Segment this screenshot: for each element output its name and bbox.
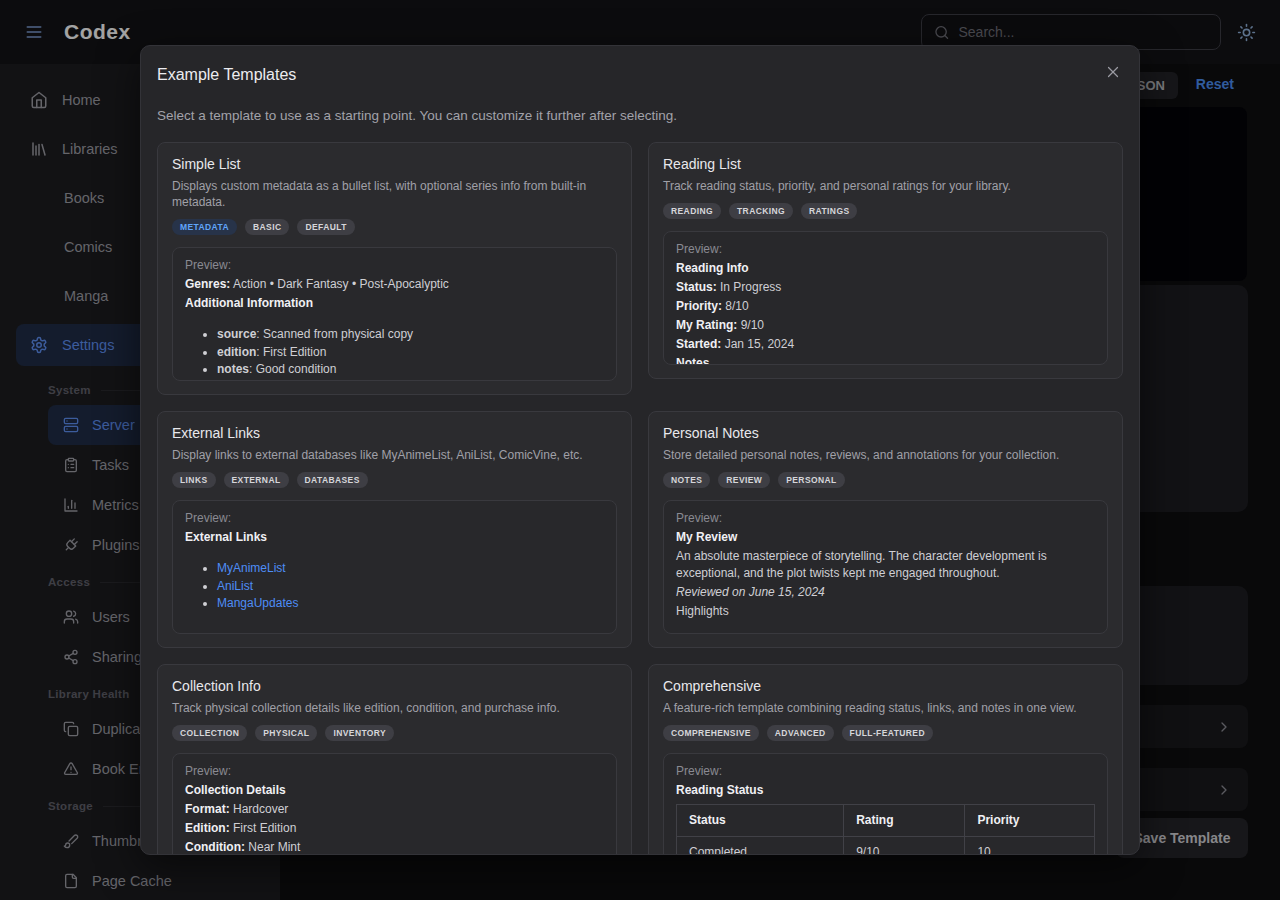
template-preview: Preview:My ReviewAn absolute masterpiece… <box>663 500 1108 634</box>
template-tag: DATABASES <box>297 472 368 488</box>
template-card-collection-info[interactable]: Collection Info Track physical collection… <box>157 664 632 855</box>
preview-heading: Additional Information <box>185 294 604 313</box>
table-cell: 9/10 <box>844 837 965 856</box>
template-tag: INVENTORY <box>325 725 394 741</box>
preview-bullet: notes: Good condition <box>217 361 604 379</box>
preview-label: Preview: <box>185 256 604 275</box>
table-row: Completed9/1010 <box>677 837 1095 856</box>
template-card-title: External Links <box>172 425 617 442</box>
template-card-description: Displays custom metadata as a bullet lis… <box>172 178 617 210</box>
template-preview: Preview:Reading Status StatusRatingPriori… <box>663 753 1108 855</box>
preview-heading: Reading Status <box>676 781 1095 800</box>
template-tag: REVIEW <box>718 472 770 488</box>
preview-bullet: edition: First Edition <box>217 344 604 362</box>
template-card-description: Track physical collection details like e… <box>172 700 617 716</box>
template-card-description: Store detailed personal notes, reviews, … <box>663 447 1108 463</box>
template-preview: Preview:Reading InfoStatus: In ProgressP… <box>663 231 1108 365</box>
preview-table: StatusRatingPriorityCompleted9/1010 <box>676 804 1095 855</box>
template-card-reading-list[interactable]: Reading List Track reading status, priori… <box>648 142 1123 379</box>
modal-close-button[interactable] <box>1104 63 1122 81</box>
template-tag: EXTERNAL <box>224 472 289 488</box>
preview-label: Preview: <box>185 509 604 528</box>
template-card-title: Reading List <box>663 156 1108 173</box>
preview-text: Highlights <box>676 602 1095 621</box>
template-tags: COMPREHENSIVE ADVANCED FULL-FEATURED <box>663 725 1108 741</box>
external-link[interactable]: MangaUpdates <box>217 596 298 610</box>
preview-field: Format: Hardcover <box>185 800 604 819</box>
template-tags: NOTES REVIEW PERSONAL <box>663 472 1108 488</box>
template-preview: Preview:External Links MyAnimeList AniList… <box>172 500 617 634</box>
template-tag: READING <box>663 203 721 219</box>
template-tag: ADVANCED <box>767 725 834 741</box>
external-link[interactable]: AniList <box>217 579 253 593</box>
template-tag: PERSONAL <box>778 472 844 488</box>
template-tags: COLLECTION PHYSICAL INVENTORY <box>172 725 617 741</box>
table-cell: 10 <box>965 837 1095 856</box>
preview-heading: My Review <box>676 528 1095 547</box>
preview-heading: External Links <box>185 528 604 547</box>
template-preview: Preview:Genres: Action • Dark Fantasy • … <box>172 247 617 381</box>
template-tags: LINKS EXTERNAL DATABASES <box>172 472 617 488</box>
preview-field: Genres: Action • Dark Fantasy • Post-Apo… <box>185 275 604 294</box>
preview-field: Edition: First Edition <box>185 819 604 838</box>
template-card-external-links[interactable]: External Links Display links to external … <box>157 411 632 648</box>
template-tag: RATINGS <box>801 203 857 219</box>
template-card-title: Personal Notes <box>663 425 1108 442</box>
preview-bullet: source: Scanned from physical copy <box>217 326 604 344</box>
template-card-title: Collection Info <box>172 678 617 695</box>
preview-link-list: MyAnimeList AniList MangaUpdates <box>185 560 604 613</box>
template-card-title: Comprehensive <box>663 678 1108 695</box>
modal-subtitle: Select a template to use as a starting p… <box>157 108 1123 123</box>
modal-title: Example Templates <box>157 66 1123 84</box>
template-card-title: Simple List <box>172 156 617 173</box>
preview-field: Started: Jan 15, 2024 <box>676 335 1095 354</box>
external-link[interactable]: MyAnimeList <box>217 561 286 575</box>
preview-bullet: MangaUpdates <box>217 595 604 613</box>
template-tag: TRACKING <box>729 203 793 219</box>
template-tag: PHYSICAL <box>255 725 317 741</box>
template-tags: READING TRACKING RATINGS <box>663 203 1108 219</box>
preview-field: Priority: 8/10 <box>676 297 1095 316</box>
template-tag: METADATA <box>172 219 237 235</box>
template-card-comprehensive[interactable]: Comprehensive A feature-rich template com… <box>648 664 1123 855</box>
close-icon <box>1104 63 1122 81</box>
table-header-cell: Status <box>677 805 844 837</box>
preview-bullet: MyAnimeList <box>217 560 604 578</box>
preview-bullet-list: source: Scanned from physical copyeditio… <box>185 326 604 379</box>
preview-label: Preview: <box>676 240 1095 259</box>
preview-field: My Rating: 9/10 <box>676 316 1095 335</box>
template-card-simple-list[interactable]: Simple List Displays custom metadata as a… <box>157 142 632 395</box>
preview-label: Preview: <box>185 762 604 781</box>
template-tags: METADATA BASIC DEFAULT <box>172 219 617 235</box>
template-tag: DEFAULT <box>297 219 354 235</box>
preview-field: Status: In Progress <box>676 278 1095 297</box>
preview-field: Condition: Near Mint <box>185 838 604 855</box>
table-header-cell: Rating <box>844 805 965 837</box>
template-grid: Simple List Displays custom metadata as a… <box>157 142 1123 855</box>
preview-label: Preview: <box>676 509 1095 528</box>
table-header-cell: Priority <box>965 805 1095 837</box>
template-preview: Preview:Collection DetailsFormat: Hardco… <box>172 753 617 855</box>
template-tag: NOTES <box>663 472 710 488</box>
template-card-description: Track reading status, priority, and pers… <box>663 178 1108 194</box>
preview-bullet: AniList <box>217 578 604 596</box>
preview-heading: Collection Details <box>185 781 604 800</box>
preview-heading: Notes <box>676 354 1095 365</box>
preview-italic-note: Reviewed on June 15, 2024 <box>676 583 1095 602</box>
template-tag: BASIC <box>245 219 289 235</box>
template-tag: LINKS <box>172 472 216 488</box>
template-card-description: Display links to external databases like… <box>172 447 617 463</box>
template-card-description: A feature-rich template combining readin… <box>663 700 1108 716</box>
preview-paragraph: An absolute masterpiece of storytelling.… <box>676 548 1095 581</box>
table-cell: Completed <box>677 837 844 856</box>
preview-label: Preview: <box>676 762 1095 781</box>
template-tag: COLLECTION <box>172 725 247 741</box>
template-tag: FULL-FEATURED <box>842 725 933 741</box>
template-card-personal-notes[interactable]: Personal Notes Store detailed personal no… <box>648 411 1123 648</box>
preview-heading: Reading Info <box>676 259 1095 278</box>
template-tag: COMPREHENSIVE <box>663 725 759 741</box>
example-templates-modal: Example Templates Select a template to u… <box>140 45 1140 855</box>
